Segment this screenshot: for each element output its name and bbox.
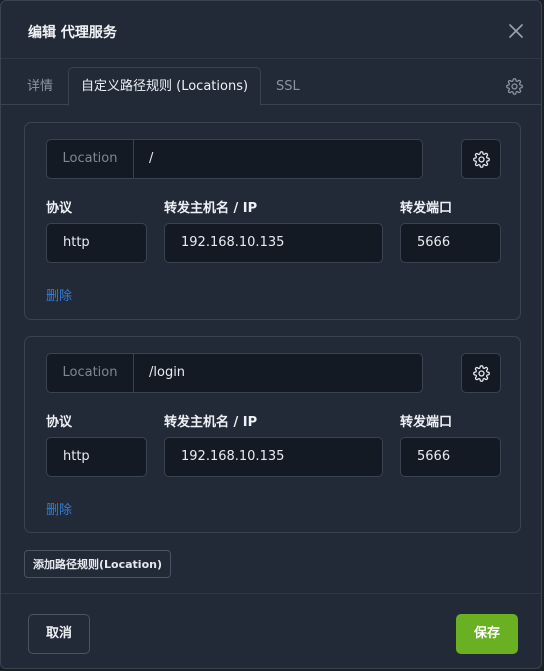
location-card: Location / 协议 转发主机名 / IP 转发端口 http 192.1… — [24, 122, 521, 320]
tab-locations[interactable]: 自定义路径规则 (Locations) — [68, 67, 262, 106]
location-card: Location /login 协议 转发主机名 / IP 转发端口 http … — [24, 336, 521, 533]
tab-ssl[interactable]: SSL — [276, 68, 300, 105]
dialog-title: 编辑 代理服务 — [28, 25, 117, 41]
host-input[interactable]: 192.168.10.135 — [164, 437, 383, 477]
close-icon — [509, 24, 523, 38]
gear-icon — [506, 78, 523, 95]
location-input-group: Location / — [46, 139, 423, 179]
location-path-input[interactable]: / — [149, 140, 153, 178]
protocol-select[interactable]: http — [46, 437, 147, 477]
port-input[interactable]: 5666 — [400, 437, 501, 477]
cancel-button[interactable]: 取消 — [28, 614, 90, 654]
location-settings-button[interactable] — [461, 353, 501, 393]
host-input[interactable]: 192.168.10.135 — [164, 223, 383, 263]
location-addon-label: Location — [47, 140, 134, 178]
location-settings-button[interactable] — [461, 139, 501, 179]
add-location-button[interactable]: 添加路径规则(Location) — [24, 550, 171, 578]
protocol-label: 协议 — [46, 201, 73, 216]
host-label: 转发主机名 / IP — [164, 201, 258, 216]
close-button[interactable] — [509, 23, 523, 38]
port-label: 转发端口 — [400, 201, 453, 216]
tab-details[interactable]: 详情 — [27, 68, 53, 105]
delete-location-link[interactable]: 删除 — [46, 285, 72, 304]
protocol-select[interactable]: http — [46, 223, 147, 263]
port-label: 转发端口 — [400, 415, 453, 430]
gear-icon — [473, 365, 490, 382]
port-input[interactable]: 5666 — [400, 223, 501, 263]
host-label: 转发主机名 / IP — [164, 415, 258, 430]
dialog-header: 编辑 代理服务 — [1, 1, 541, 59]
tab-bar: 详情 自定义路径规则 (Locations) SSL — [1, 59, 541, 106]
protocol-label: 协议 — [46, 415, 73, 430]
location-addon-label: Location — [47, 354, 134, 392]
location-path-input[interactable]: /login — [149, 354, 185, 392]
dialog-footer: 取消 保存 — [1, 593, 541, 670]
edit-proxy-dialog: 编辑 代理服务 详情 自定义路径规则 (Locations) SSL Locat… — [0, 0, 542, 669]
location-input-group: Location /login — [46, 353, 423, 393]
gear-icon — [473, 151, 490, 168]
delete-location-link[interactable]: 删除 — [46, 499, 72, 518]
save-button[interactable]: 保存 — [456, 614, 518, 654]
tab-settings-button[interactable] — [506, 78, 523, 95]
